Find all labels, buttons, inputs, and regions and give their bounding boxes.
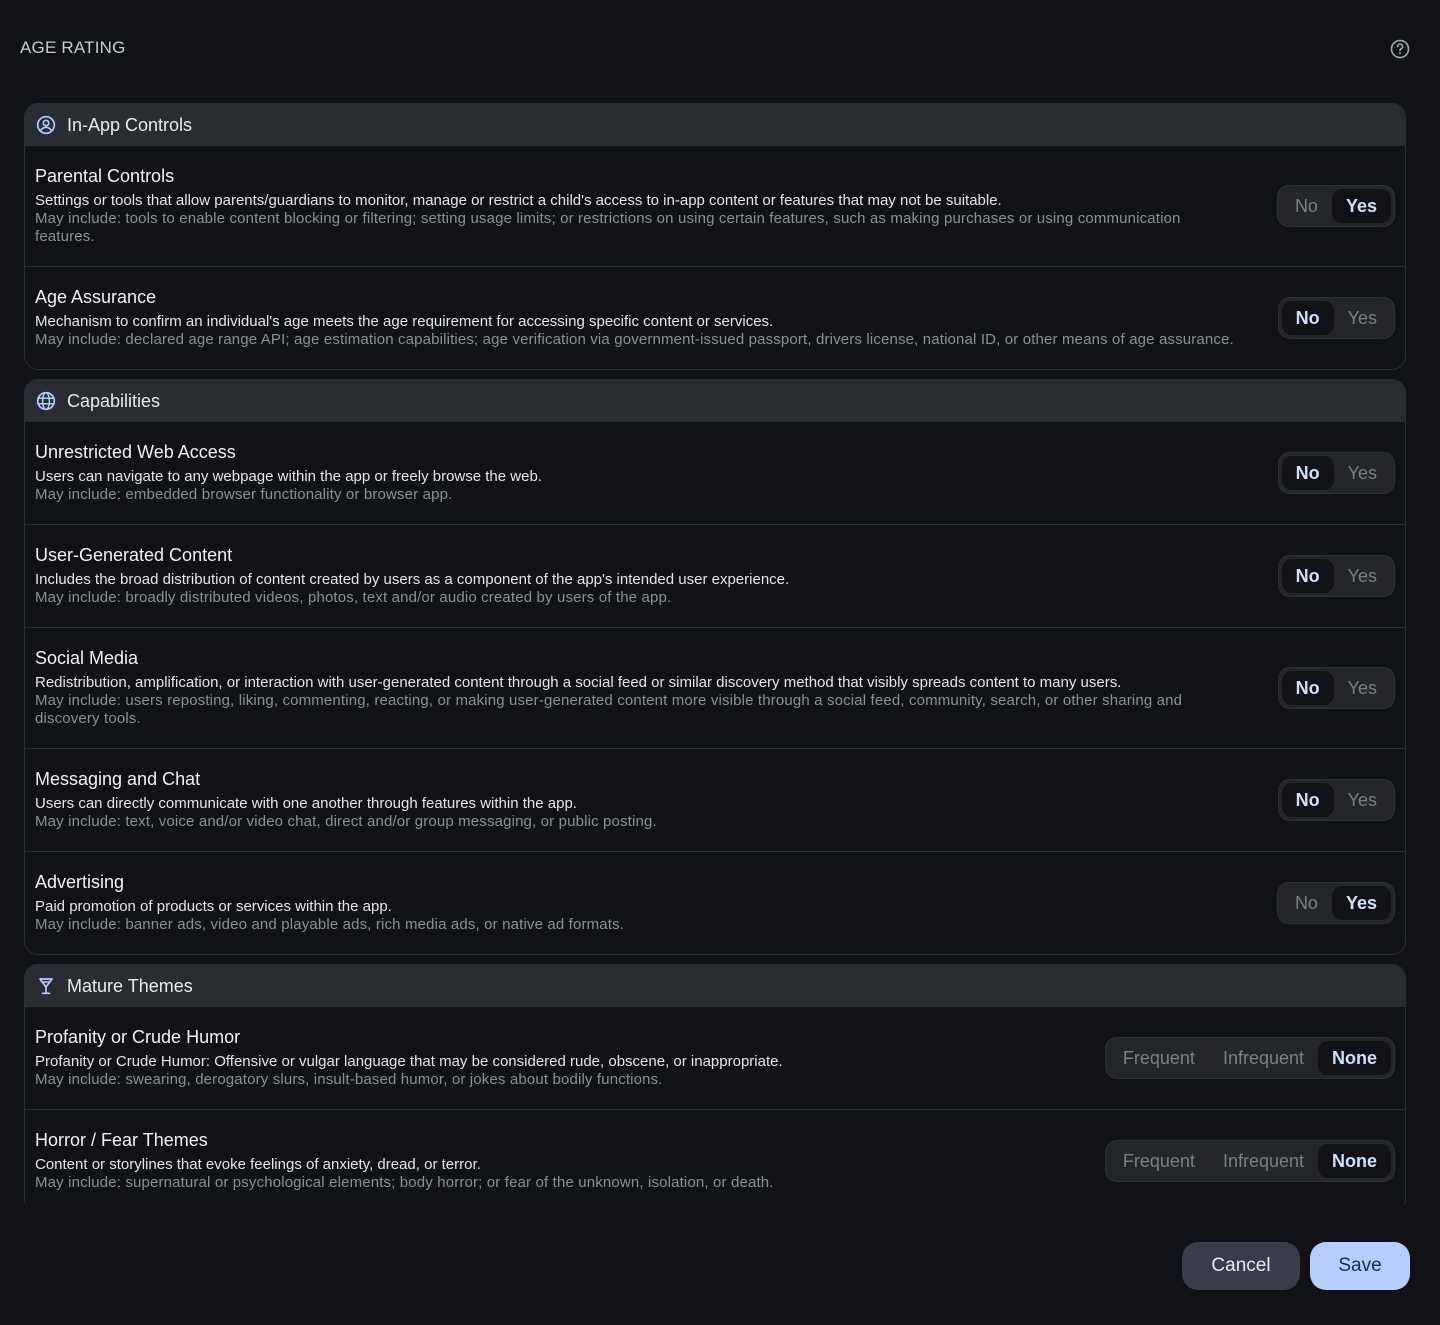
option-no[interactable]: No [1281, 189, 1332, 223]
question-examples: May include: banner ads, video and playa… [35, 916, 625, 933]
option-none[interactable]: None [1318, 1041, 1391, 1075]
question-text: Profanity or Crude Humor Profanity or Cru… [35, 1027, 1105, 1089]
question-examples: May include: tools to enable content blo… [35, 210, 1181, 245]
segmented-control[interactable]: No Yes [1277, 667, 1395, 709]
question-examples: May include: text, voice and/or video ch… [35, 813, 657, 830]
help-icon[interactable] [1389, 38, 1411, 60]
question-description: Content or storylines that evoke feeling… [35, 1156, 481, 1173]
option-frequent[interactable]: Frequent [1109, 1144, 1209, 1178]
segmented-control[interactable]: No Yes [1277, 779, 1395, 821]
question-title: Social Media [35, 648, 139, 668]
question-description: Mechanism to confirm an individual's age… [35, 313, 774, 330]
question-text: Advertising Paid promotion of products or… [35, 872, 1277, 934]
globe-icon [36, 391, 56, 411]
question-text: User-Generated Content Includes the broad… [35, 545, 1278, 607]
option-none[interactable]: None [1318, 1144, 1391, 1178]
user-circle-icon [36, 115, 56, 135]
option-yes[interactable]: Yes [1331, 886, 1391, 920]
question-description: Paid promotion of products or services w… [35, 898, 392, 915]
option-no[interactable]: No [1281, 301, 1334, 335]
option-no[interactable]: No [1281, 886, 1332, 920]
cancel-button[interactable]: Cancel [1182, 1242, 1300, 1290]
option-no[interactable]: No [1281, 671, 1334, 705]
section-mature-themes: Mature Themes Profanity or Crude Humor Pro… [24, 964, 1406, 1205]
segmented-control[interactable]: Frequent Infrequent None [1104, 1037, 1395, 1079]
question-row: Social Media Redistribution, amplificatio… [25, 628, 1405, 749]
question-title: Unrestricted Web Access [35, 442, 236, 462]
option-no[interactable]: No [1281, 456, 1334, 490]
option-frequent[interactable]: Frequent [1109, 1041, 1209, 1075]
section-header: Capabilities [25, 380, 1405, 422]
section-header: Mature Themes [25, 965, 1405, 1007]
question-title: Parental Controls [35, 166, 175, 186]
question-row: User-Generated Content Includes the broad… [25, 525, 1405, 628]
cocktail-glass-icon [39, 978, 53, 995]
question-description: Settings or tools that allow parents/gua… [35, 192, 1002, 209]
question-row: Horror / Fear Themes Content or storyline… [25, 1110, 1405, 1205]
question-description: Profanity or Crude Humor: Offensive or v… [35, 1053, 783, 1070]
segmented-control[interactable]: No Yes [1277, 452, 1395, 494]
option-infrequent[interactable]: Infrequent [1209, 1144, 1318, 1178]
question-row: Unrestricted Web Access Users can navigat… [25, 422, 1405, 525]
option-yes[interactable]: Yes [1334, 301, 1391, 335]
question-text: Parental Controls Settings or tools that … [35, 166, 1277, 246]
segmented-control[interactable]: No Yes [1277, 297, 1395, 339]
option-yes[interactable]: Yes [1334, 456, 1391, 490]
question-row: Advertising Paid promotion of products or… [25, 852, 1405, 954]
question-row: Age Assurance Mechanism to confirm an ind… [25, 267, 1405, 369]
option-no[interactable]: No [1281, 783, 1334, 817]
question-title: User-Generated Content [35, 545, 233, 565]
segmented-control[interactable]: Frequent Infrequent None [1104, 1140, 1395, 1182]
option-yes[interactable]: Yes [1334, 783, 1391, 817]
question-row: Parental Controls Settings or tools that … [25, 146, 1405, 267]
section-header: In-App Controls [25, 104, 1405, 146]
question-text: Messaging and Chat Users can directly com… [35, 769, 1278, 831]
option-no[interactable]: No [1281, 559, 1334, 593]
segmented-control[interactable]: No Yes [1276, 882, 1395, 924]
question-text: Age Assurance Mechanism to confirm an ind… [35, 287, 1278, 349]
question-title: Profanity or Crude Humor [35, 1027, 241, 1047]
option-yes[interactable]: Yes [1334, 671, 1391, 705]
age-rating-form[interactable]: In-App Controls Parental Controls Settings… [24, 103, 1406, 1205]
question-row: Messaging and Chat Users can directly com… [25, 749, 1405, 852]
question-text: Horror / Fear Themes Content or storyline… [35, 1130, 1105, 1192]
question-examples: May include: supernatural or psychologic… [35, 1174, 774, 1191]
question-title: Horror / Fear Themes [35, 1130, 208, 1150]
question-row: Profanity or Crude Humor Profanity or Cru… [25, 1007, 1405, 1110]
question-description: Users can navigate to any webpage within… [35, 468, 542, 485]
question-examples: May include: swearing, derogatory slurs,… [35, 1071, 663, 1088]
question-examples: May include: users reposting, liking, co… [35, 692, 1183, 727]
question-description: Redistribution, amplification, or intera… [35, 674, 1122, 691]
question-title: Advertising [35, 872, 125, 892]
question-description: Includes the broad distribution of conte… [35, 571, 790, 588]
page-title: AGE RATING [20, 38, 126, 57]
option-yes[interactable]: Yes [1331, 189, 1391, 223]
option-yes[interactable]: Yes [1334, 559, 1391, 593]
section-in-app-controls: In-App Controls Parental Controls Settings… [24, 103, 1406, 370]
question-description: Users can directly communicate with one … [35, 795, 577, 812]
section-title: Capabilities [67, 390, 161, 411]
option-infrequent[interactable]: Infrequent [1209, 1041, 1318, 1075]
question-title: Age Assurance [35, 287, 157, 307]
question-text: Social Media Redistribution, amplificatio… [35, 648, 1278, 728]
section-title: Mature Themes [67, 975, 193, 996]
question-examples: May include: declared age range API; age… [35, 331, 1234, 348]
question-text: Unrestricted Web Access Users can navigat… [35, 442, 1278, 504]
question-examples: May include: embedded browser functional… [35, 486, 453, 503]
segmented-control[interactable]: No Yes [1277, 555, 1395, 597]
question-examples: May include: broadly distributed videos,… [35, 589, 672, 606]
save-button[interactable]: Save [1310, 1242, 1410, 1290]
question-title: Messaging and Chat [35, 769, 201, 789]
section-title: In-App Controls [67, 114, 193, 135]
segmented-control[interactable]: No Yes [1276, 185, 1395, 227]
section-capabilities: Capabilities Unrestricted Web Access Users… [24, 379, 1406, 955]
